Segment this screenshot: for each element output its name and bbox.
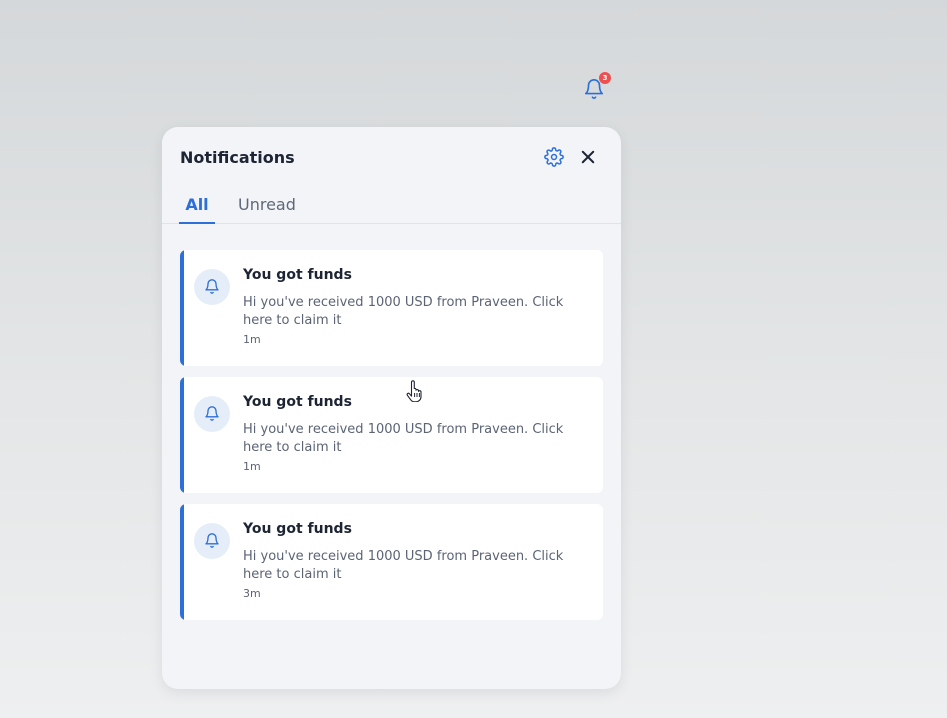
notification-time: 1m [243,460,261,473]
gear-icon [544,147,564,167]
settings-button[interactable] [544,147,564,167]
unread-indicator [180,377,184,493]
bell-icon [205,533,219,548]
bell-icon [205,406,219,421]
notification-message: Hi you've received 1000 USD from Praveen… [243,549,564,582]
notification-title: You got funds [243,394,352,410]
notifications-bell-button[interactable]: 3 [581,72,611,104]
notification-title: You got funds [243,267,352,283]
notification-item[interactable]: You got funds Hi you've received 1000 US… [180,377,603,493]
unread-indicator [180,250,184,366]
tab-unread[interactable]: Unread [238,195,296,222]
close-button[interactable] [579,148,597,166]
notification-title: You got funds [243,521,352,537]
bell-icon [205,279,219,294]
notification-message: Hi you've received 1000 USD from Praveen… [243,295,564,328]
close-icon [581,150,595,164]
notifications-panel: Notifications All Unread You got funds H… [162,127,621,689]
notification-icon-badge [194,523,230,559]
notification-tabs: All Unread [162,191,621,224]
notification-item[interactable]: You got funds Hi you've received 1000 US… [180,504,603,620]
notification-icon-badge [194,269,230,305]
notification-message: Hi you've received 1000 USD from Praveen… [243,422,564,455]
unread-indicator [180,504,184,620]
notification-list: You got funds Hi you've received 1000 US… [180,250,603,631]
notification-time: 1m [243,333,261,346]
hand-cursor-icon [405,380,425,403]
notification-icon-badge [194,396,230,432]
notification-item[interactable]: You got funds Hi you've received 1000 US… [180,250,603,366]
notification-count-badge: 3 [599,72,611,84]
panel-title: Notifications [180,148,295,167]
notification-time: 3m [243,587,261,600]
tab-all[interactable]: All [179,195,215,224]
